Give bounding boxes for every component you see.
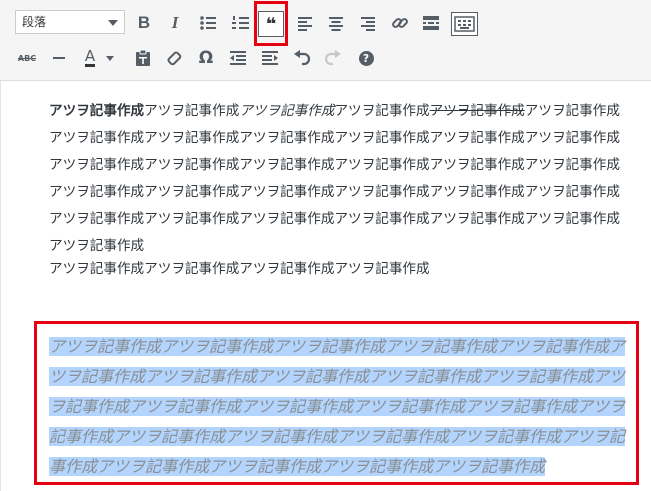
redo-button[interactable]	[320, 45, 346, 71]
bullet-list-icon	[200, 16, 216, 30]
redo-icon	[324, 50, 341, 66]
insert-link-button[interactable]	[387, 10, 413, 36]
align-center-icon	[329, 17, 343, 31]
read-more-button[interactable]	[418, 10, 444, 36]
align-right-button[interactable]	[355, 10, 381, 36]
blockquote-highlight	[34, 321, 639, 485]
undo-icon	[294, 50, 311, 66]
align-left-icon	[298, 17, 312, 31]
align-left-button[interactable]	[292, 10, 318, 36]
italic-text: アツヲ記事作成	[239, 103, 335, 119]
plain-text: アツヲ記事作成	[334, 103, 430, 119]
editor-toolbar: 段落 B I ❝ ABC A Ω ?	[0, 0, 651, 81]
plain-text: アツヲ記事作成	[144, 103, 240, 119]
indent-icon	[262, 51, 278, 65]
horizontal-line-button[interactable]	[46, 45, 72, 71]
help-icon: ?	[358, 50, 374, 66]
toolbar-toggle-icon	[454, 16, 475, 32]
read-more-icon	[423, 16, 439, 30]
special-character-icon: Ω	[198, 48, 214, 68]
format-select[interactable]: 段落	[15, 10, 125, 34]
horizontal-line-icon	[53, 57, 65, 59]
strikethrough-text: アツヲ記事作成	[429, 103, 525, 119]
paste-as-text-button[interactable]	[130, 45, 156, 71]
outdent-button[interactable]	[225, 45, 251, 71]
plain-text: アツヲ記事作成アツヲ記事作成アツヲ記事作成アツヲ記事作成アツヲ記事作成アツヲ記事…	[49, 103, 620, 254]
indent-button[interactable]	[257, 45, 283, 71]
text-color-icon: A	[84, 47, 96, 67]
blockquote-button-highlight	[254, 1, 288, 46]
paragraph-1[interactable]: アツヲ記事作成アツヲ記事作成アツヲ記事作成アツヲ記事作成アツヲ記事作成アツヲ記事…	[49, 98, 629, 260]
editor-content[interactable]: アツヲ記事作成アツヲ記事作成アツヲ記事作成アツヲ記事作成アツヲ記事作成アツヲ記事…	[0, 81, 651, 491]
help-button[interactable]: ?	[353, 45, 379, 71]
paste-as-text-icon	[136, 49, 150, 66]
bullet-list-button[interactable]	[195, 10, 221, 36]
align-right-icon	[361, 17, 375, 31]
text-color-button[interactable]: A	[78, 45, 102, 71]
strikethrough-button[interactable]: ABC	[14, 45, 40, 71]
undo-button[interactable]	[289, 45, 315, 71]
align-center-button[interactable]	[323, 10, 349, 36]
toolbar-toggle-button[interactable]	[451, 12, 478, 36]
italic-button[interactable]: I	[162, 10, 188, 36]
strikethrough-icon: ABC	[17, 53, 37, 63]
bold-button[interactable]: B	[131, 10, 157, 36]
text-color-dropdown[interactable]	[102, 45, 118, 71]
clear-formatting-icon	[167, 51, 182, 66]
bold-text: アツヲ記事作成	[49, 103, 145, 119]
link-icon	[392, 18, 408, 28]
numbered-list-icon	[232, 16, 249, 29]
special-character-button[interactable]: Ω	[193, 45, 219, 71]
bold-icon: B	[137, 13, 151, 32]
italic-icon: I	[171, 13, 179, 32]
clear-formatting-button[interactable]	[161, 45, 187, 71]
chevron-down-icon	[108, 20, 118, 26]
numbered-list-button[interactable]	[228, 10, 254, 36]
format-select-value: 段落	[22, 15, 47, 29]
paragraph-2[interactable]: アツヲ記事作成アツヲ記事作成アツヲ記事作成アツヲ記事作成	[49, 256, 629, 283]
chevron-down-icon	[106, 55, 114, 61]
outdent-icon	[230, 51, 246, 65]
